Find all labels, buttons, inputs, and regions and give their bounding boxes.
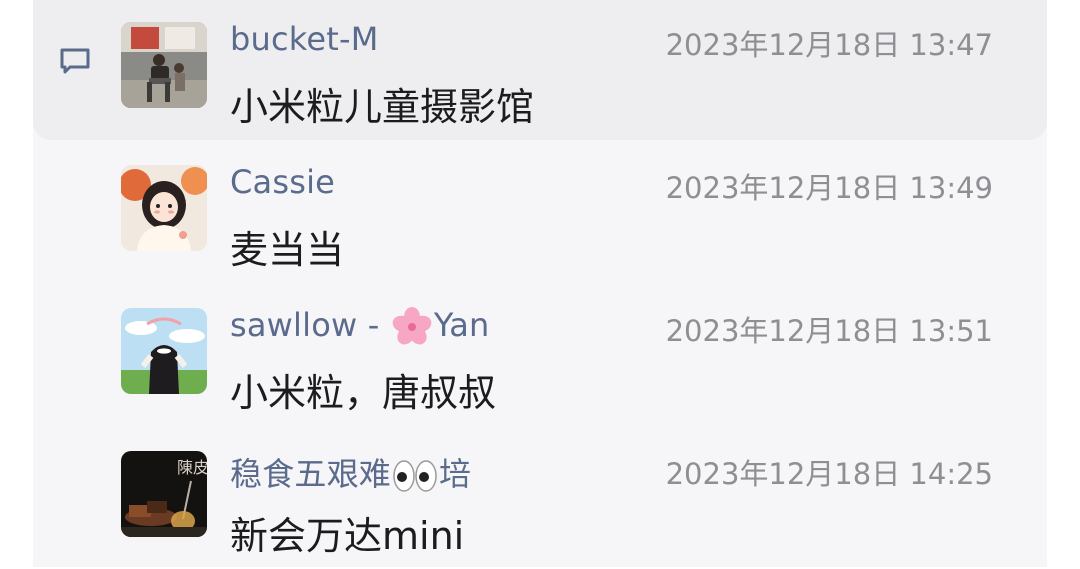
comment-timestamp: 2023年12月18日 13:51 — [665, 314, 993, 348]
comment-row[interactable]: 陳皮 稳食五艰难 培 2023年12月18日 14:25 新会万达mini — [0, 429, 1080, 569]
commenter-name-suffix: Yan — [433, 306, 490, 344]
comment-text: 新会万达mini — [230, 514, 465, 558]
comment-timestamp: 2023年12月18日 13:47 — [665, 28, 993, 62]
person-photo-avatar[interactable] — [121, 22, 207, 108]
avatar-text-1: 陳皮 — [177, 458, 207, 477]
comment-text: 小米粒，唐叔叔 — [230, 371, 497, 415]
comment-timestamp: 2023年12月18日 14:25 — [665, 457, 993, 491]
cartoon-girl-avatar[interactable] — [121, 165, 207, 251]
eyes-emoji — [393, 460, 437, 492]
dessert-photo-avatar[interactable]: 陳皮 — [121, 451, 207, 537]
commenter-name[interactable]: sawllow - Yan — [230, 306, 490, 347]
comment-text: 小米粒儿童摄影馆 — [230, 85, 535, 129]
comment-row[interactable]: sawllow - Yan 2023年12月18日 13:51 小米粒，唐叔叔 — [0, 286, 1080, 426]
commenter-name[interactable]: 稳食五艰难 培 — [230, 449, 471, 495]
comment-text: 麦当当 — [230, 228, 345, 272]
comment-timestamp: 2023年12月18日 13:49 — [665, 171, 993, 205]
commenter-name-suffix: 培 — [439, 455, 472, 493]
commenter-name-prefix: 稳食五艰难 — [230, 455, 392, 493]
commenter-name-prefix: sawllow - — [230, 306, 390, 344]
girl-back-view-avatar[interactable] — [121, 308, 207, 394]
comment-row[interactable]: bucket-M 2023年12月18日 13:47 小米粒儿童摄影馆 — [0, 0, 1080, 140]
commenter-name[interactable]: Cassie — [230, 163, 335, 201]
commenter-name[interactable]: bucket-M — [230, 20, 379, 58]
cherry-blossom-emoji — [392, 307, 432, 345]
comment-row[interactable]: Cassie 2023年12月18日 13:49 麦当当 — [0, 143, 1080, 283]
